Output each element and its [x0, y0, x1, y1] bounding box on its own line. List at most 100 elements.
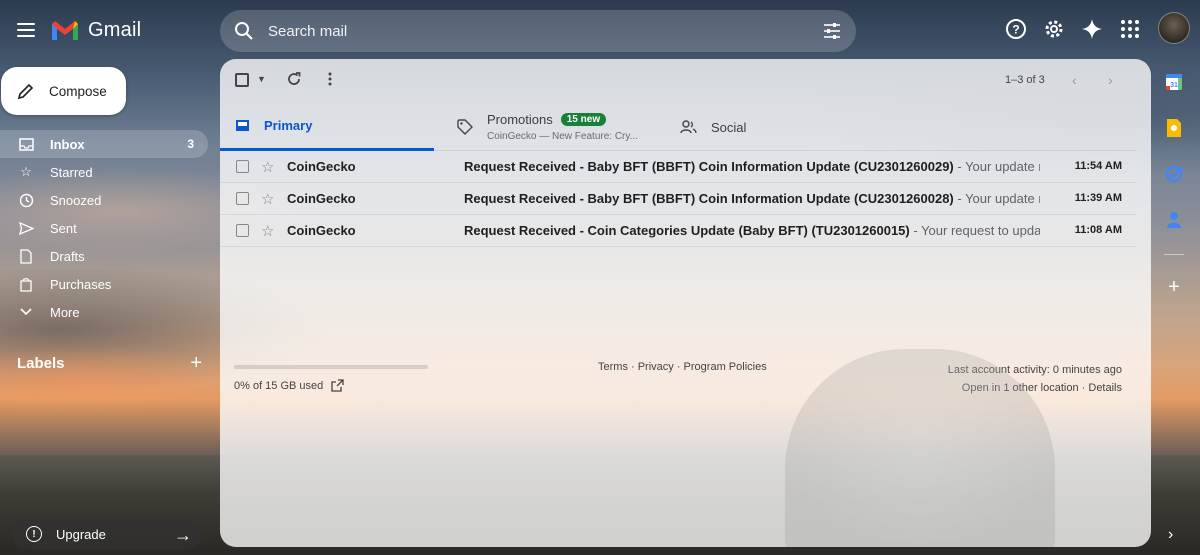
row-checkbox[interactable] — [236, 160, 249, 173]
people-icon — [680, 120, 697, 134]
prev-page-icon[interactable]: ‹ — [1072, 72, 1077, 88]
mail-sender: CoinGecko — [287, 223, 356, 238]
star-icon[interactable]: ☆ — [261, 222, 274, 240]
sidebar-item-more[interactable]: More — [0, 298, 210, 326]
expand-panel-icon[interactable]: › — [1168, 526, 1173, 544]
mail-row[interactable]: ☆ CoinGecko Request Received - Baby BFT … — [220, 151, 1136, 183]
tag-icon — [18, 276, 34, 292]
contacts-icon[interactable] — [1162, 208, 1186, 232]
side-panel: 31 + — [1162, 70, 1190, 321]
new-count-badge: 15 new — [560, 113, 607, 126]
pagination-label: 1–3 of 3 — [1005, 74, 1045, 86]
mail-time: 11:54 AM — [1074, 160, 1122, 172]
settings-gear-icon[interactable] — [1042, 17, 1066, 41]
search-input[interactable] — [268, 10, 808, 52]
mail-time: 11:39 AM — [1074, 192, 1122, 204]
tab-social[interactable]: Social — [680, 103, 746, 151]
mail-panel: ▼ 1–3 of 3 ‹ › Primary Promotions 15 new… — [220, 59, 1151, 547]
svg-text:?: ? — [1012, 23, 1019, 37]
storage-info: 0% of 15 GB used — [234, 365, 428, 392]
top-actions: ? — [1004, 12, 1190, 44]
mail-snippet: - Your request to upda... — [909, 223, 1040, 238]
unread-count: 3 — [187, 137, 194, 151]
calendar-icon[interactable]: 31 — [1162, 70, 1186, 94]
chevron-down-icon — [18, 304, 34, 320]
sidebar-item-starred[interactable]: ☆ Starred — [0, 158, 210, 186]
sidebar-item-label: Purchases — [50, 276, 112, 292]
mail-subject: Request Received - Baby BFT (BBFT) Coin … — [464, 191, 954, 206]
more-vert-icon[interactable] — [322, 71, 338, 87]
svg-text:31: 31 — [1170, 82, 1178, 89]
open-external-icon[interactable] — [331, 379, 344, 392]
send-icon — [18, 220, 34, 236]
list-toolbar: ▼ 1–3 of 3 ‹ › — [220, 59, 1151, 101]
account-activity: Last account activity: 0 minutes ago Ope… — [948, 361, 1122, 397]
mail-subject-line: Request Received - Coin Categories Updat… — [464, 223, 1040, 238]
storage-label: 0% of 15 GB used — [234, 379, 324, 392]
refresh-icon[interactable] — [286, 71, 302, 87]
search-options-icon[interactable] — [822, 21, 842, 41]
account-avatar[interactable] — [1158, 12, 1190, 44]
star-icon[interactable]: ☆ — [261, 158, 274, 176]
side-divider — [1164, 254, 1184, 255]
upgrade-label: Upgrade — [56, 526, 106, 542]
tab-primary[interactable]: Primary — [220, 103, 434, 151]
app-name: Gmail — [88, 18, 142, 41]
tasks-icon[interactable] — [1162, 162, 1186, 186]
row-checkbox[interactable] — [236, 224, 249, 237]
sidebar-nav: Inbox 3 ☆ Starred Snoozed Sent Drafts Pu… — [0, 130, 210, 326]
tab-promotions[interactable]: Promotions 15 new CoinGecko — New Featur… — [457, 103, 657, 151]
row-checkbox[interactable] — [236, 192, 249, 205]
sidebar-item-snoozed[interactable]: Snoozed — [0, 186, 210, 214]
compose-label: Compose — [49, 83, 107, 99]
sidebar-item-drafts[interactable]: Drafts — [0, 242, 210, 270]
top-bar: Gmail ? — [0, 0, 1200, 62]
star-icon: ☆ — [20, 164, 32, 179]
mail-subject: Request Received - Baby BFT (BBFT) Coin … — [464, 159, 954, 174]
star-icon[interactable]: ☆ — [261, 190, 274, 208]
mail-row[interactable]: ☆ CoinGecko Request Received - Baby BFT … — [220, 183, 1136, 215]
mail-sender: CoinGecko — [287, 159, 356, 174]
main-menu-icon[interactable] — [12, 16, 40, 44]
tag-icon — [457, 119, 473, 135]
inbox-icon — [235, 119, 250, 132]
sidebar-item-label: Snoozed — [50, 192, 102, 208]
mail-sender: CoinGecko — [287, 191, 356, 206]
keep-icon[interactable] — [1162, 116, 1186, 140]
tab-snippet: CoinGecko — New Feature: Cry... — [487, 131, 638, 142]
select-menu-caret-icon[interactable]: ▼ — [257, 74, 266, 84]
sidebar-item-sent[interactable]: Sent — [0, 214, 210, 242]
inbox-icon — [18, 136, 34, 152]
mail-subject-line: Request Received - Baby BFT (BBFT) Coin … — [464, 159, 1040, 174]
add-addon-icon[interactable]: + — [1162, 275, 1186, 299]
search-icon[interactable] — [234, 21, 254, 41]
mail-time: 11:08 AM — [1074, 224, 1122, 236]
gmail-logo[interactable]: Gmail — [50, 18, 141, 42]
help-icon[interactable]: ? — [1004, 17, 1028, 41]
mail-row[interactable]: ☆ CoinGecko Request Received - Coin Cate… — [220, 215, 1136, 247]
mail-snippet: - Your update r... — [957, 159, 1040, 174]
tab-label: Promotions — [487, 112, 553, 127]
details-link[interactable]: Open in 1 other location · Details — [948, 379, 1122, 397]
sidebar-item-purchases[interactable]: Purchases — [0, 270, 210, 298]
clock-icon — [18, 192, 34, 208]
mail-snippet: - Your update r... — [957, 191, 1040, 206]
select-all-checkbox[interactable] — [235, 73, 249, 87]
storage-bar — [234, 365, 428, 369]
upgrade-button[interactable]: ! Upgrade → — [12, 519, 202, 549]
footer-links[interactable]: Terms · Privacy · Program Policies — [598, 361, 767, 373]
apps-grid-icon[interactable] — [1118, 17, 1142, 41]
category-tabs: Primary Promotions 15 new CoinGecko — Ne… — [220, 103, 1136, 151]
compose-button[interactable]: Compose — [1, 67, 126, 115]
gemini-sparkle-icon[interactable] — [1080, 17, 1104, 41]
tab-label: Social — [711, 119, 747, 135]
add-label-icon[interactable]: + — [190, 352, 202, 375]
sidebar-item-label: Drafts — [50, 248, 85, 264]
sidebar-item-inbox[interactable]: Inbox 3 — [0, 130, 208, 158]
next-page-icon[interactable]: › — [1108, 72, 1113, 88]
gmail-m-icon — [52, 21, 78, 40]
mail-subject: Request Received - Coin Categories Updat… — [464, 223, 910, 238]
last-activity: Last account activity: 0 minutes ago — [947, 364, 1122, 376]
mail-subject-line: Request Received - Baby BFT (BBFT) Coin … — [464, 191, 1040, 206]
search-bar — [220, 10, 856, 52]
